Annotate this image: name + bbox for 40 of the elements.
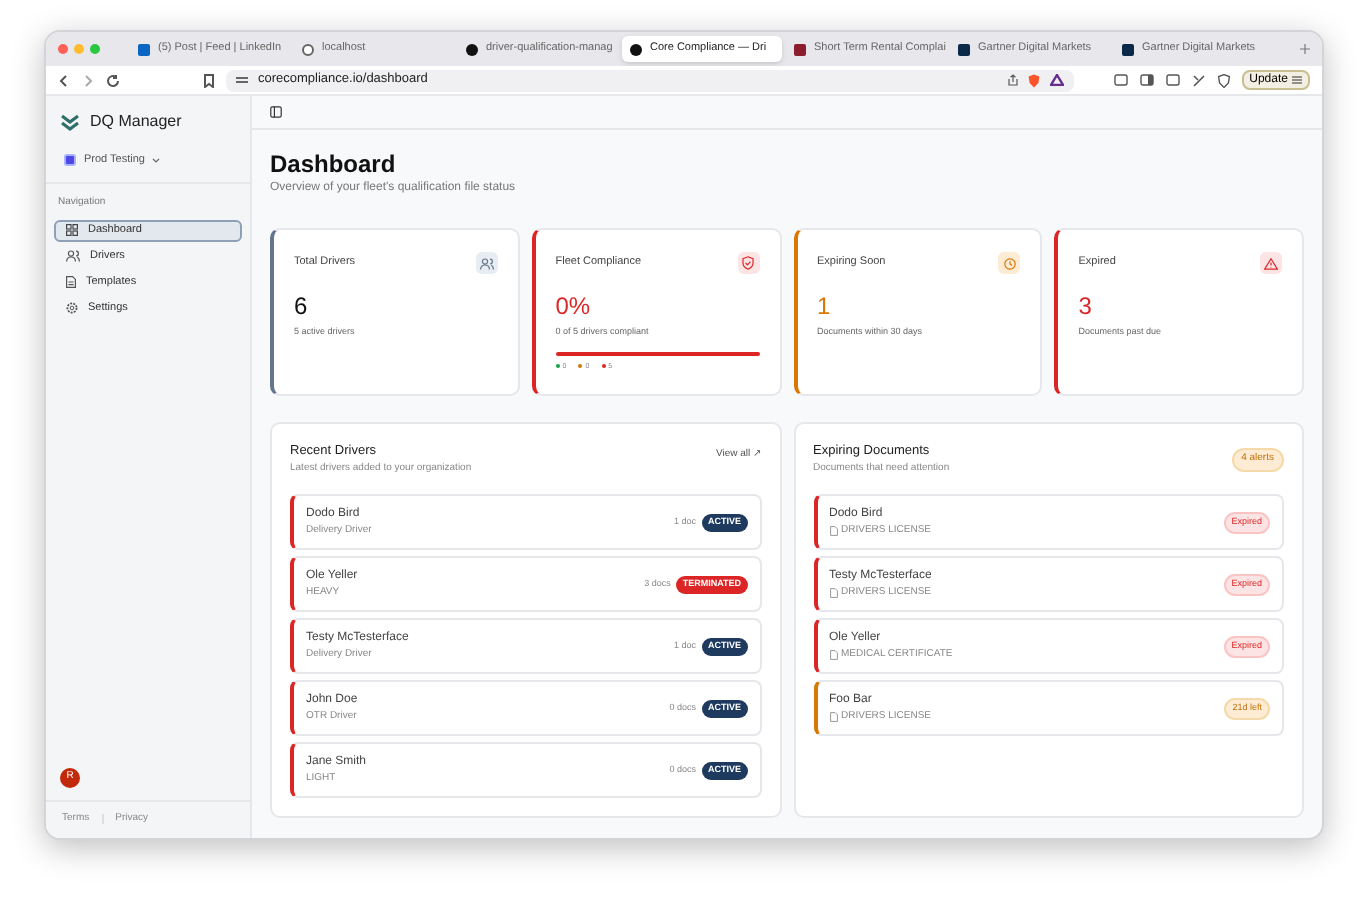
grid-icon — [66, 224, 78, 237]
back-icon[interactable] — [58, 73, 70, 87]
favicon-icon — [958, 43, 970, 55]
settings-icon — [66, 302, 78, 315]
document-icon — [829, 650, 837, 661]
users-icon — [479, 257, 494, 269]
favicon-icon — [630, 43, 642, 55]
stat-value: 1 — [817, 294, 833, 318]
triangle-icon[interactable] — [1049, 74, 1064, 86]
stat-value: 0% — [555, 294, 593, 318]
users-icon — [66, 250, 80, 263]
favicon-icon — [794, 43, 806, 55]
favicon-icon — [138, 43, 150, 55]
sidebar-toggle-icon[interactable] — [1139, 74, 1154, 86]
new-tab-icon[interactable] — [1300, 44, 1310, 54]
document-icon — [829, 526, 837, 537]
sidebar-toggle-icon[interactable] — [270, 106, 282, 118]
document-icon — [829, 712, 837, 723]
reload-icon[interactable] — [106, 73, 120, 87]
clock-icon — [1003, 257, 1016, 269]
chevron-down-icon — [152, 157, 161, 164]
page-title: Dashboard — [270, 150, 398, 180]
favicon-icon — [1122, 43, 1134, 55]
stat-value: 6 — [294, 294, 310, 318]
file-icon — [66, 276, 76, 289]
brand-name: DQ Manager — [90, 110, 182, 134]
document-icon — [829, 588, 837, 599]
favicon-icon — [466, 43, 478, 55]
stat-value: 3 — [1078, 294, 1094, 318]
org-icon — [64, 154, 76, 167]
warning-icon — [1264, 257, 1278, 269]
favicon-icon — [302, 43, 314, 55]
shield-icon[interactable] — [1027, 73, 1040, 87]
menu-icon — [1292, 76, 1302, 84]
site-settings-icon[interactable] — [236, 74, 248, 86]
bookmark-icon[interactable] — [204, 73, 214, 87]
share-icon[interactable] — [1007, 74, 1018, 86]
shield-check-icon — [742, 256, 754, 270]
vpn-shield-icon[interactable] — [1217, 73, 1230, 87]
logo-icon — [60, 113, 80, 131]
